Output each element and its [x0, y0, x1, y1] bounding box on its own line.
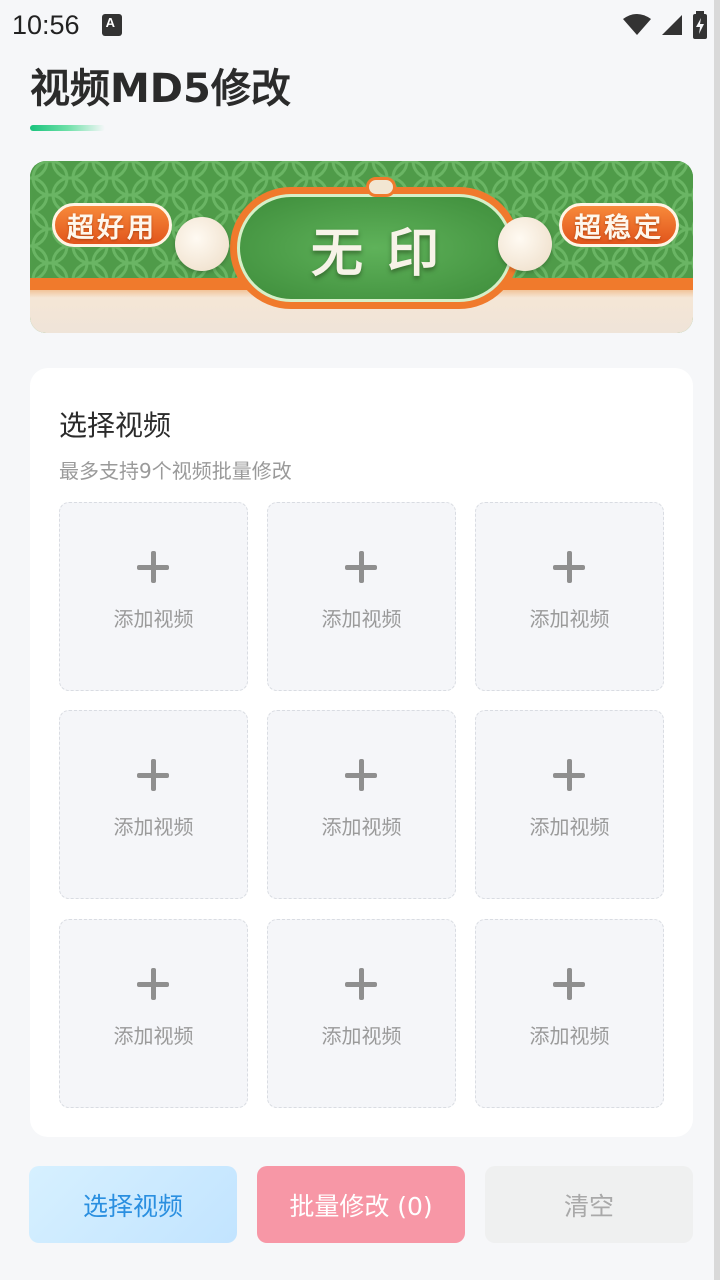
banner-tag-left: 超好用 [52, 203, 172, 247]
a-notification-icon [101, 14, 122, 36]
add-video-label: 添加视频 [529, 815, 610, 839]
wifi-icon [623, 14, 651, 35]
plus-icon [136, 551, 171, 585]
add-video-slot[interactable]: 添加视频 [475, 710, 664, 899]
select-video-button[interactable]: 选择视频 [29, 1166, 237, 1243]
banner-tag-right: 超稳定 [559, 203, 679, 247]
add-video-label: 添加视频 [321, 815, 402, 839]
plus-icon [552, 551, 587, 585]
plus-icon [552, 759, 587, 793]
add-video-label: 添加视频 [529, 607, 610, 631]
add-video-slot[interactable]: 添加视频 [267, 919, 456, 1108]
status-left: 10:56 [12, 10, 122, 41]
picker-title: 选择视频 [59, 409, 172, 442]
cloud-ornament-left [175, 217, 229, 271]
add-video-slot[interactable]: 添加视频 [59, 919, 248, 1108]
add-video-label: 添加视频 [321, 1024, 402, 1048]
plaque-knob [366, 177, 396, 197]
banner-plaque: 无印 [230, 187, 520, 309]
add-video-label: 添加视频 [113, 1024, 194, 1048]
banner-center-text: 无印 [237, 194, 513, 302]
status-time: 10:56 [12, 9, 80, 40]
add-video-slot[interactable]: 添加视频 [267, 710, 456, 899]
signal-icon [662, 15, 682, 35]
video-picker-card: 选择视频 最多支持9个视频批量修改 添加视频 添加视频 添加视频 添加视频 添加… [30, 368, 693, 1137]
status-bar: 10:56 [0, 0, 720, 50]
batch-modify-button[interactable]: 批量修改 (0) [257, 1166, 465, 1243]
plus-icon [344, 759, 379, 793]
add-video-slot[interactable]: 添加视频 [59, 502, 248, 691]
plus-icon [552, 968, 587, 1002]
add-video-slot[interactable]: 添加视频 [475, 919, 664, 1108]
cloud-ornament-right [498, 217, 552, 271]
plus-icon [344, 968, 379, 1002]
add-video-slot[interactable]: 添加视频 [267, 502, 456, 691]
add-video-label: 添加视频 [113, 607, 194, 631]
add-video-label: 添加视频 [529, 1024, 610, 1048]
plus-icon [136, 759, 171, 793]
plus-icon [136, 968, 171, 1002]
scrollbar[interactable] [714, 0, 720, 1280]
page-title: 视频MD5修改 [30, 66, 291, 112]
picker-subtitle: 最多支持9个视频批量修改 [59, 459, 292, 483]
clear-button[interactable]: 清空 [485, 1166, 693, 1243]
add-video-label: 添加视频 [321, 607, 402, 631]
promo-banner[interactable]: 超好用 超稳定 无印 [30, 161, 693, 333]
add-video-slot[interactable]: 添加视频 [59, 710, 248, 899]
add-video-slot[interactable]: 添加视频 [475, 502, 664, 691]
battery-charging-icon [693, 11, 707, 39]
add-video-label: 添加视频 [113, 815, 194, 839]
status-right [622, 11, 708, 39]
plus-icon [344, 551, 379, 585]
title-underline [30, 125, 105, 131]
